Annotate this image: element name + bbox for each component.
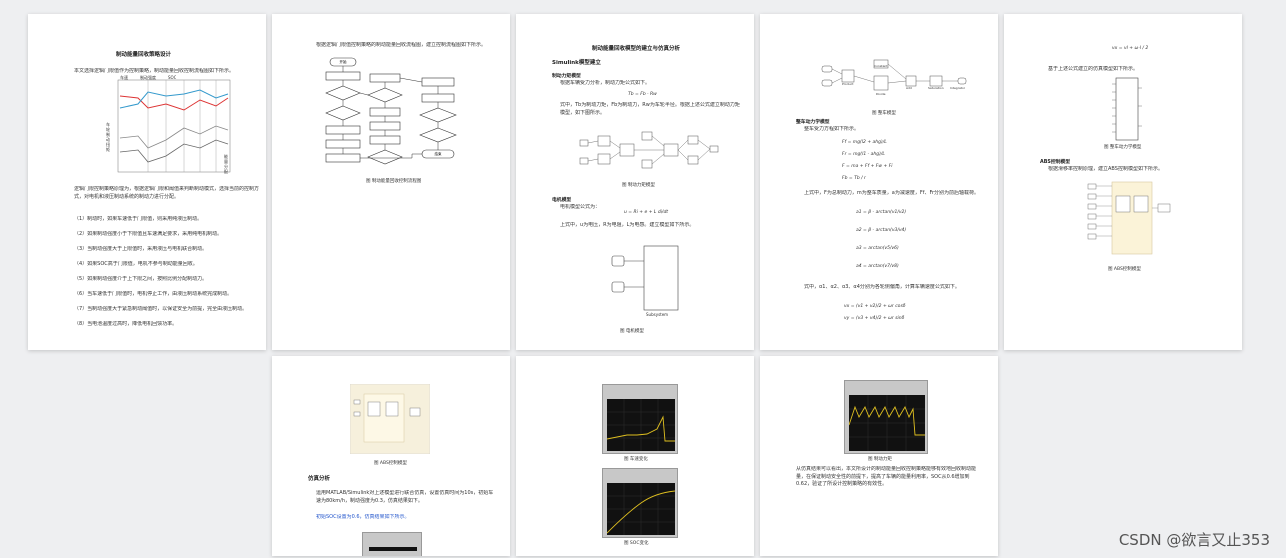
document-page-5[interactable]: vx = vl + ω·l / 2 基于上述公式建立的仿真模型如下所示。 图 整… <box>1004 14 1242 350</box>
page4-eq: Fr = mg(l1 - ahg)/L <box>842 152 885 157</box>
page5-sub: ABS控制模型 <box>1040 160 1071 165</box>
list-item: （2）如果制动强度小于下限值且车速满足要求，采用纯电机制动。 <box>74 231 223 237</box>
speed-scope-window <box>602 384 678 454</box>
side-label: 能量分配 <box>224 154 228 174</box>
page5-sub-text: 根据滑移率控制原理，建立ABS控制模型如下所示。 <box>1048 166 1163 172</box>
page1-title: 制动能量回收策略设计 <box>116 52 172 58</box>
list-item: （6）当车速低于门限值时，电机停止工作，由液压制动系统完成制动。 <box>74 291 233 297</box>
page3-eq1: Tb = Fb · Rw <box>628 92 657 97</box>
motor-block-label: Subsystem <box>646 312 668 317</box>
page3-sub2-text2: 上式中，u为电压，R为电阻，L为电感。建立模型如下所示。 <box>560 222 695 228</box>
block-label-saturation: Saturation <box>928 86 944 90</box>
vehicle-model-diagram <box>821 59 967 91</box>
document-page-6[interactable]: 图 ABS控制模型 仿真分析 运用MATLAB/Simulink对上述模型进行联… <box>272 356 510 556</box>
abs-control-model-diagram <box>1087 181 1171 255</box>
page3-sub1-text2: 式中，Tb为制动力矩，Fb为制动力，Rw为车轮半径。根据上述公式建立制动力矩模型… <box>560 102 740 116</box>
page8-para: 从仿真结果可以看出，本文所设计的制动能量回收控制策略能够有效地回收制动能量，在保… <box>796 466 977 488</box>
page4-eq3: vx = (v1 + v2)/2 + ωr cosδ <box>844 304 906 309</box>
block-label-divide: Divide <box>876 92 886 96</box>
page3-sub1-text: 根据车辆受力分析，制动力矩公式如下。 <box>560 80 651 86</box>
scope-plot-area <box>369 547 417 551</box>
page4-sub: 整车动力学模型 <box>796 120 830 125</box>
page6-section: 仿真分析 <box>308 476 331 482</box>
torque-scope-plot <box>849 395 925 451</box>
page4-para: 上式中，F为总制动力，m为整车质量，a为减速度，Ff、Fr分别为前后轴载荷。 <box>804 190 980 196</box>
list-item: （4）如果SOC高于门限值，电机不参与制动能量回收。 <box>74 261 198 267</box>
page1-intro: 本文选择逻辑门限值作为控制策略，制动能量回收控制流程图如下所示。 <box>74 68 235 74</box>
block-label-add: Add <box>906 86 912 90</box>
page4-eq2: a3 = arctan(v5/v6) <box>856 246 899 251</box>
y-axis-label: 车轮制动扭矩 <box>106 122 110 152</box>
document-page-1[interactable]: 制动能量回收策略设计 本文选择逻辑门限值作为控制策略，制动能量回收控制流程图如下… <box>28 14 266 350</box>
page2-caption: 图 制动能量回收控制流程图 <box>366 179 422 184</box>
strategy-chart <box>117 79 231 173</box>
motor-model-diagram: Subsystem <box>611 245 679 317</box>
soc-scope-plot <box>607 483 675 535</box>
block-label-constant: Constant <box>874 64 888 68</box>
page8-fig-caption: 图 制动力矩 <box>868 457 892 462</box>
page5-fig1-caption: 图 整车动力学模型 <box>1104 145 1142 150</box>
flow-start: 开始 <box>339 60 347 64</box>
page3-sub2: 电机模型 <box>552 198 572 203</box>
list-item: （8）当电池温度过高时，降低电机回馈功率。 <box>74 321 178 327</box>
page4-eq2: a4 = arctan(v7/v8) <box>856 264 899 269</box>
page4-eq: Fb = Tb / r <box>842 176 866 181</box>
page4-fig-caption: 图 整车模型 <box>872 111 896 116</box>
page7-fig1-caption: 图 车速变化 <box>624 457 648 462</box>
page4-eq: Ff = mg(l2 + ahg)/L <box>842 140 887 145</box>
page3-sub1: 制动力矩模型 <box>552 74 581 79</box>
page4-eq3: vy = (v3 + v4)/2 + ωr sinδ <box>844 316 905 321</box>
block-label-integrator: Integrator <box>950 86 966 90</box>
legend-label-strength: 制动强度 <box>140 75 156 80</box>
watermark: CSDN @欲言又止353 <box>1118 531 1270 549</box>
page4-eq2: a1 = β - arctan(v1/v2) <box>856 210 907 215</box>
speed-scope-plot <box>607 399 675 451</box>
page6-para: 运用MATLAB/Simulink对上述模型进行联合仿真，设置仿真时间为10s，… <box>316 490 494 504</box>
page4-sub-text: 整车受力方程如下所示。 <box>804 126 860 132</box>
page6-para2: 初始SOC设置为0.6，仿真结果如下所示。 <box>316 514 410 520</box>
legend-label-speed: 车速 <box>120 75 128 80</box>
page3-fig1-caption: 图 制动力矩模型 <box>622 183 655 188</box>
list-item: （1）制动时，如果车速低于门限值，则采用纯液压制动。 <box>74 216 203 222</box>
page4-eq: F = ma + Ff + Fw + Fi <box>842 164 893 169</box>
page6-fig-caption: 图 ABS控制模型 <box>374 461 407 466</box>
page4-eq2: a2 = β - arctan(v3/v4) <box>856 228 907 233</box>
page3-fig2-caption: 图 电机模型 <box>620 329 644 334</box>
page6-scope-preview <box>362 532 422 556</box>
torque-scope-window <box>844 380 928 454</box>
page3-title: 制动能量回收模型的建立与仿真分析 <box>592 46 681 52</box>
page1-para1: 逻辑门限控制策略原理为，根据逻辑门限和阈值来判断制动模式，选择当前的控制方式，对… <box>74 186 260 200</box>
page5-eq-top: vx = vl + ω·l / 2 <box>1112 46 1149 51</box>
page3-eq2: u = Ri + e + L di/dt <box>624 210 669 215</box>
legend-label-soc: SOC <box>168 75 177 80</box>
page4-para2: 式中，α1、α2、α3、α4分别为各轮侧偏角，计算车辆速度公式如下。 <box>804 284 960 290</box>
document-page-3[interactable]: 制动能量回收模型的建立与仿真分析 Simulink模型建立 制动力矩模型 根据车… <box>516 14 754 350</box>
page5-intro: 基于上述公式建立的仿真模型如下所示。 <box>1048 66 1139 72</box>
list-item: （5）如果制动强度介于上下限之间，按照比例分配制动力。 <box>74 276 208 282</box>
page7-fig2-caption: 图 SOC变化 <box>624 541 649 546</box>
document-page-2[interactable]: 根据逻辑门限值控制策略的制动能量回收流程图，建立控制流程图如下所示。 开始 结束… <box>272 14 510 350</box>
abs-model-screenshot <box>350 384 430 454</box>
page5-fig2-caption: 图 ABS控制模型 <box>1108 267 1141 272</box>
vehicle-dynamics-model-diagram <box>1112 77 1142 141</box>
list-item: （7）当制动强度大于紧急制动阈值时，以保证安全为前提，完全由液压制动。 <box>74 306 248 312</box>
brake-torque-model-diagram <box>579 131 719 169</box>
page3-section1: Simulink模型建立 <box>552 60 601 66</box>
soc-scope-window <box>602 468 678 538</box>
document-page-4[interactable]: Constant Product Divide Add Saturation I… <box>760 14 998 350</box>
page1-list: （1）制动时，如果车速低于门限值，则采用纯液压制动。 （2）如果制动强度小于下限… <box>74 216 260 336</box>
document-page-8[interactable]: 图 制动力矩 从仿真结果可以看出，本文所设计的制动能量回收控制策略能够有效地回收… <box>760 356 998 556</box>
document-page-7[interactable]: 图 车速变化 图 SOC变化 <box>516 356 754 556</box>
list-item: （3）当制动强度大于上限值时，采用液压与电机联合制动。 <box>74 246 208 252</box>
block-label-product: Product <box>842 82 854 86</box>
flow-end: 结束 <box>434 152 442 156</box>
